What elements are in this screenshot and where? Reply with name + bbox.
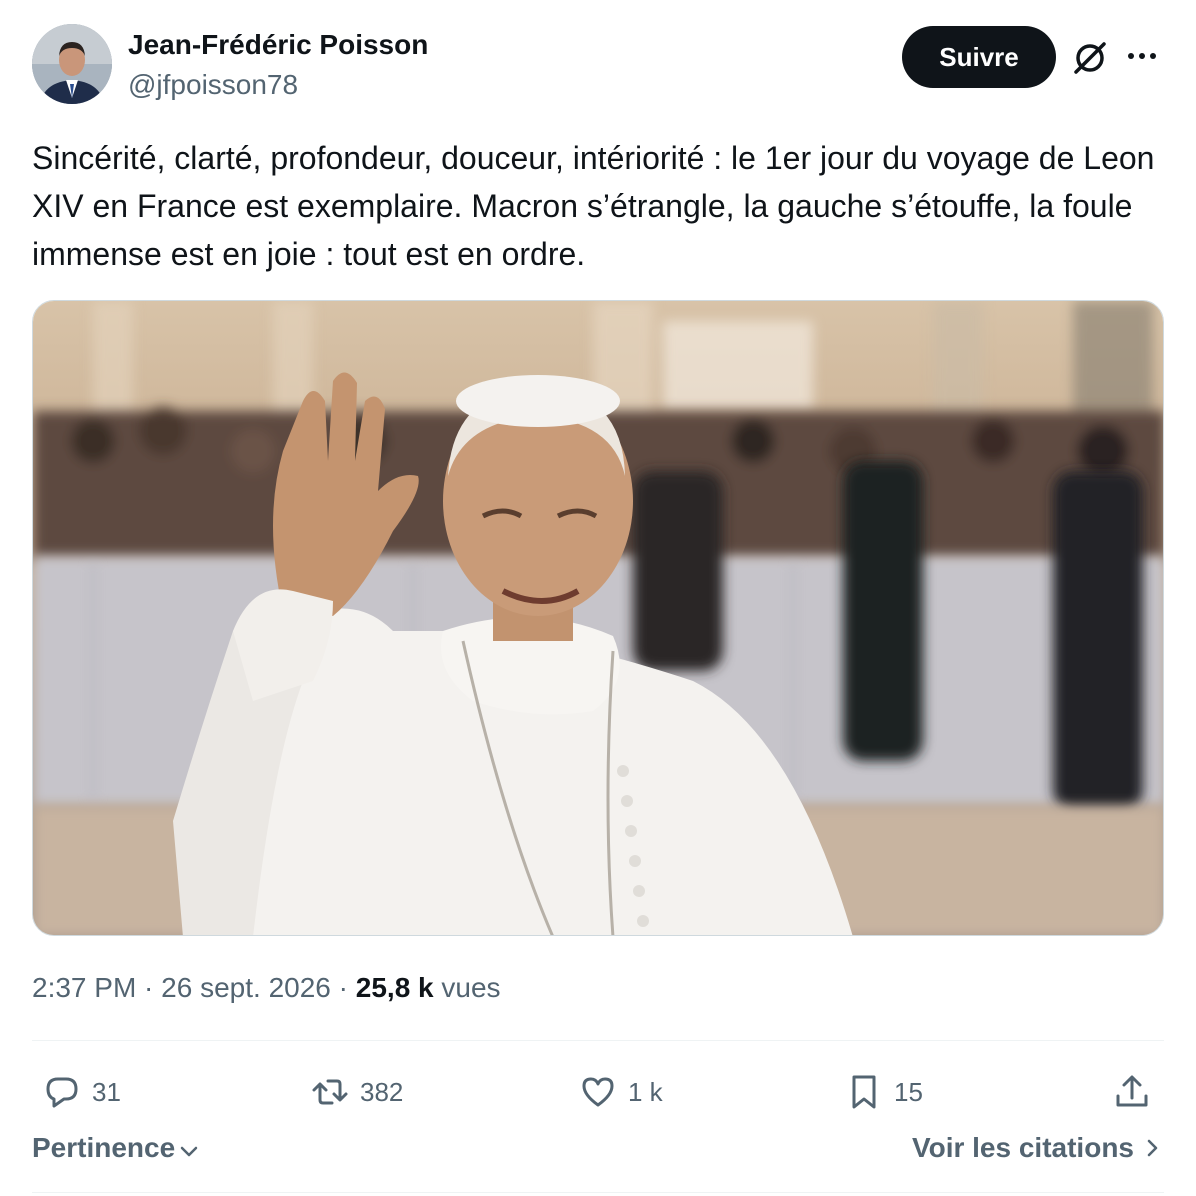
divider xyxy=(32,1192,1164,1193)
avatar-portrait xyxy=(32,24,112,104)
author-handle[interactable]: @jfpoisson78 xyxy=(128,68,298,102)
views-label: vues xyxy=(441,972,501,1003)
quotes-label: Voir les citations xyxy=(912,1132,1134,1163)
share-icon xyxy=(1116,1075,1148,1107)
chevron-right-icon xyxy=(1147,1139,1158,1157)
reply-button[interactable]: 31 xyxy=(42,1062,121,1122)
more-icon[interactable] xyxy=(1122,36,1162,76)
tweet-date[interactable]: 26 sept. 2026 xyxy=(161,972,331,1003)
follow-button[interactable]: Suivre xyxy=(902,26,1056,88)
repost-button[interactable]: 382 xyxy=(310,1062,403,1122)
action-bar: 31 382 1 k 15 xyxy=(32,1062,1164,1122)
divider xyxy=(32,1040,1164,1041)
tweet-time[interactable]: 2:37 PM xyxy=(32,972,136,1003)
repost-count: 382 xyxy=(360,1076,404,1107)
chevron-down-icon xyxy=(180,1146,198,1157)
reply-icon xyxy=(46,1077,78,1108)
bookmark-icon xyxy=(852,1075,876,1109)
tweet-photo[interactable] xyxy=(32,300,1164,936)
author-avatar[interactable] xyxy=(32,24,112,104)
heart-icon xyxy=(582,1077,614,1107)
tweet-text: Sincérité, clarté, profondeur, douceur, … xyxy=(32,140,1155,272)
view-quotes-link[interactable]: Voir les citations xyxy=(912,1132,1164,1164)
meta-separator: · xyxy=(136,972,162,1003)
tweet-meta: 2:37 PM · 26 sept. 2026 · 25,8 k vues xyxy=(32,968,501,1008)
author-name[interactable]: Jean-Frédéric Poisson xyxy=(128,28,428,62)
photo-waving-man-in-white-robes xyxy=(33,301,1163,935)
meta-separator: · xyxy=(330,972,356,1003)
bookmark-count: 15 xyxy=(894,1076,923,1107)
share-button[interactable] xyxy=(1112,1062,1162,1122)
like-button[interactable]: 1 k xyxy=(578,1062,663,1122)
grok-icon[interactable] xyxy=(1070,38,1110,78)
sort-label: Pertinence xyxy=(32,1132,176,1163)
bookmark-button[interactable]: 15 xyxy=(844,1062,923,1122)
like-count: 1 k xyxy=(628,1076,663,1107)
reply-count: 31 xyxy=(92,1076,121,1107)
sort-dropdown[interactable]: Pertinence xyxy=(32,1132,201,1164)
views-count: 25,8 k xyxy=(355,972,434,1003)
repost-icon xyxy=(312,1079,348,1105)
